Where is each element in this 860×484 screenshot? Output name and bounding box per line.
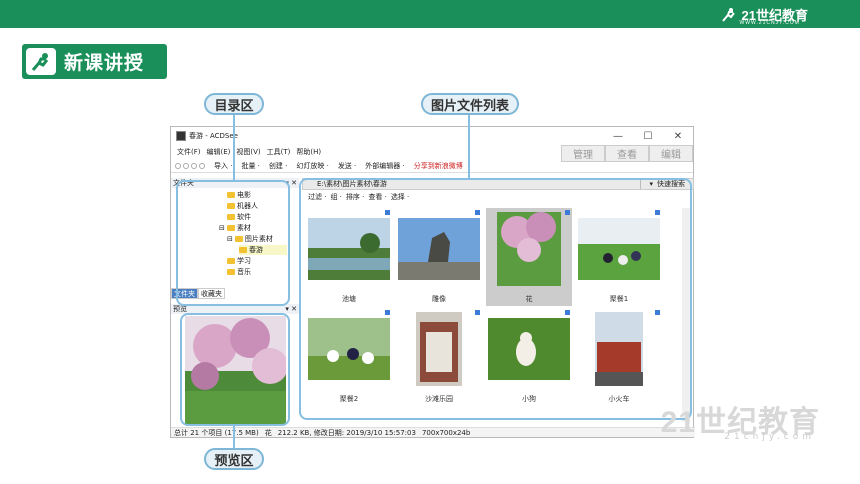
mode-edit[interactable]: 编辑 [649,145,693,162]
toolbar-external-editor[interactable]: 外部编辑器 · [365,161,404,171]
menu-help[interactable]: 帮助(H) [296,147,321,157]
logo-subtext: WWW.21CNJY.COM [739,20,800,26]
label-file-list: 图片文件列表 [421,93,519,115]
status-dimensions: 700x700x24b [421,428,471,437]
status-filename: 花 [264,428,272,437]
status-total: 总计 21 个项目 (17.5 MB) [174,428,259,437]
window-title: 春游 - ACDSee [189,132,238,140]
close-button[interactable]: ✕ [663,131,693,142]
toolbar-batch[interactable]: 批量 · [241,161,259,171]
watermark-sub: 21cnjy.com [724,432,815,442]
mode-manage[interactable]: 管理 [561,145,605,162]
brand-logo: 21世纪教育 WWW.21CNJY.COM [720,5,808,26]
toolbar-send[interactable]: 发送 · [338,161,356,171]
connector-line [233,426,235,448]
title-bar: 春游 - ACDSee — ☐ ✕ [171,127,693,145]
maximize-button[interactable]: ☐ [633,131,663,142]
file-list-highlight [299,178,692,420]
top-banner: 21世纪教育 WWW.21CNJY.COM [0,0,860,28]
runner-icon [26,48,56,75]
preview-highlight [180,313,290,426]
toolbar-slideshow[interactable]: 幻灯放映 · [296,161,328,171]
directory-highlight [176,180,290,306]
status-bar: 总计 21 个项目 (17.5 MB) 花 212.2 KB, 修改日期: 20… [171,427,695,437]
label-preview: 预览区 [204,448,264,470]
menu-edit[interactable]: 编辑(E) [207,147,231,157]
connector-line [233,115,235,180]
minimize-button[interactable]: — [603,131,633,142]
status-info: 212.2 KB, 修改日期: 2019/3/10 15:57:03 [277,428,416,437]
runner-icon [721,7,735,22]
label-directory: 目录区 [204,93,264,115]
menu-view[interactable]: 视图(V) [236,147,260,157]
mode-tabs: 管理 查看 编辑 [561,145,693,162]
toolbar-share-weibo[interactable]: 分享到新浪微博 [414,161,463,171]
menu-file[interactable]: 文件(F) [177,147,201,157]
toolbar-import[interactable]: 导入 · [214,161,232,171]
app-icon [176,131,186,141]
section-header: 新课讲授 [22,44,167,79]
menu-tools[interactable]: 工具(T) [267,147,291,157]
nav-buttons[interactable] [175,162,205,169]
mode-view[interactable]: 查看 [605,145,649,162]
section-title: 新课讲授 [64,52,145,74]
toolbar-create[interactable]: 创建 · [269,161,287,171]
connector-line [468,115,470,178]
